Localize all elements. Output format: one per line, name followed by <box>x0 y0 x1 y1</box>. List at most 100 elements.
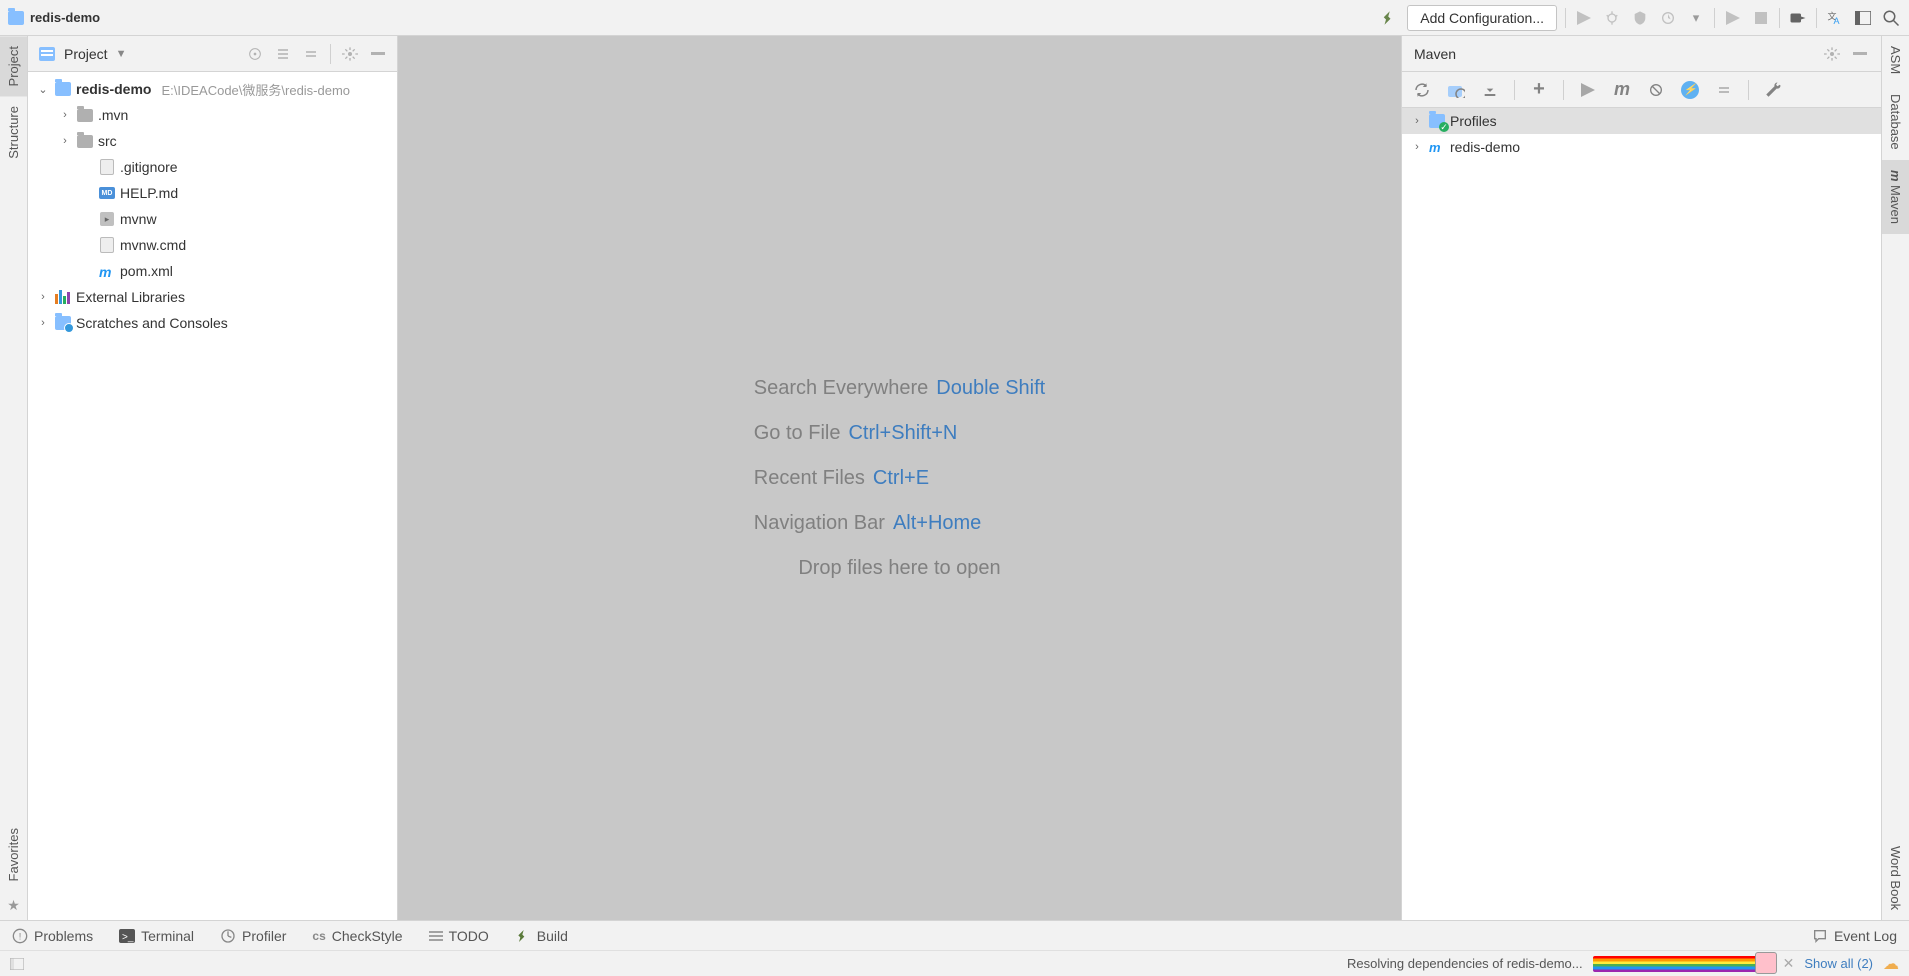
wrench-icon[interactable] <box>1763 80 1783 100</box>
project-tab[interactable]: Project <box>0 36 27 96</box>
chevron-right-icon[interactable]: › <box>58 109 72 121</box>
top-navbar: redis-demo Add Configuration... ▾ 文A <box>0 0 1909 36</box>
separator <box>1514 80 1515 100</box>
problems-button[interactable]: ! Problems <box>12 928 93 944</box>
chevron-right-icon[interactable]: › <box>36 317 50 329</box>
tree-file-pom[interactable]: m pom.xml <box>28 258 397 284</box>
run-icon[interactable] <box>1578 80 1598 100</box>
reload-icon[interactable] <box>1412 80 1432 100</box>
collapse-icon[interactable] <box>1714 80 1734 100</box>
chevron-down-icon[interactable]: ⌄ <box>36 83 50 96</box>
gear-icon[interactable] <box>341 45 359 63</box>
stop-icon[interactable] <box>1751 8 1771 28</box>
collapse-all-icon[interactable] <box>302 45 320 63</box>
maven-panel: Maven + m ⚡ › <box>1401 36 1881 920</box>
structure-tab[interactable]: Structure <box>0 96 27 169</box>
bottom-bar: ! Problems >_ Terminal Profiler cs Check… <box>0 920 1909 950</box>
profiler-button[interactable]: Profiler <box>220 928 286 944</box>
coverage-icon[interactable] <box>1630 8 1650 28</box>
expand-all-icon[interactable] <box>274 45 292 63</box>
file-icon <box>100 237 114 253</box>
favorites-tab[interactable]: Favorites <box>0 818 27 891</box>
debug-icon[interactable] <box>1602 8 1622 28</box>
separator <box>1779 8 1780 28</box>
folder-icon <box>77 109 93 122</box>
tree-scratches[interactable]: › Scratches and Consoles <box>28 310 397 336</box>
progress-bar <box>1593 956 1773 972</box>
chevron-down-icon[interactable]: ▾ <box>1686 8 1706 28</box>
markdown-icon: MD <box>99 187 115 199</box>
build-button[interactable]: Build <box>515 928 568 944</box>
run-arrow-icon[interactable] <box>1723 8 1743 28</box>
database-tab[interactable]: Database <box>1882 84 1909 160</box>
chevron-right-icon[interactable]: › <box>58 135 72 147</box>
editor-hints: Search Everywhere Double Shift Go to Fil… <box>754 377 1046 580</box>
maven-toolbar: + m ⚡ <box>1402 72 1881 108</box>
cancel-icon[interactable]: ✕ <box>1783 955 1795 972</box>
layout-icon[interactable] <box>1853 8 1873 28</box>
show-all-link[interactable]: Show all (2) <box>1804 956 1873 971</box>
search-icon[interactable] <box>1881 8 1901 28</box>
maven-node-label: redis-demo <box>1450 139 1520 155</box>
terminal-button[interactable]: >_ Terminal <box>119 928 194 944</box>
asm-tab[interactable]: ASM <box>1882 36 1909 84</box>
tree-root[interactable]: ⌄ redis-demo E:\IDEACode\微服务\redis-demo <box>28 76 397 102</box>
chevron-down-icon[interactable]: ▼ <box>116 48 127 60</box>
project-tree: ⌄ redis-demo E:\IDEACode\微服务\redis-demo … <box>28 72 397 920</box>
add-icon[interactable]: + <box>1529 80 1549 100</box>
hint-label: Navigation Bar <box>754 512 885 535</box>
hide-icon[interactable] <box>369 45 387 63</box>
tree-file-help[interactable]: MD HELP.md <box>28 180 397 206</box>
project-panel: Project ▼ ⌄ redis-demo E:\IDEACode\微服务\r… <box>28 36 398 920</box>
translate-icon[interactable]: 文A <box>1825 8 1845 28</box>
chevron-right-icon[interactable]: › <box>1410 115 1424 127</box>
offline-icon[interactable]: ⚡ <box>1680 80 1700 100</box>
profiler-run-icon[interactable] <box>1658 8 1678 28</box>
breadcrumb[interactable]: redis-demo <box>8 10 1379 25</box>
tree-external-libraries[interactable]: › External Libraries <box>28 284 397 310</box>
tree-label: HELP.md <box>120 185 178 201</box>
tree-folder-mvn[interactable]: › .mvn <box>28 102 397 128</box>
build-icon[interactable] <box>1379 8 1399 28</box>
tree-label: mvnw.cmd <box>120 237 186 253</box>
cloud-icon[interactable]: ☁ <box>1883 954 1899 974</box>
maven-m-icon[interactable]: m <box>1612 80 1632 100</box>
hint-shortcut: Double Shift <box>936 377 1045 400</box>
todo-button[interactable]: TODO <box>429 928 489 944</box>
library-icon <box>55 290 71 304</box>
folder-icon <box>55 82 71 96</box>
editor-area[interactable]: Search Everywhere Double Shift Go to Fil… <box>398 36 1401 920</box>
button-label: TODO <box>449 928 489 944</box>
separator <box>1714 8 1715 28</box>
maven-project-node[interactable]: › m redis-demo <box>1402 134 1881 160</box>
tree-file-mvnw[interactable]: ▸ mvnw <box>28 206 397 232</box>
chevron-right-icon[interactable]: › <box>36 291 50 303</box>
checkstyle-button[interactable]: cs CheckStyle <box>312 928 402 944</box>
maven-tab[interactable]: m Maven <box>1882 160 1909 235</box>
download-sources-icon[interactable] <box>1480 80 1500 100</box>
wordbook-tab[interactable]: Word Book <box>1882 836 1909 920</box>
hint-search: Search Everywhere Double Shift <box>754 377 1046 400</box>
tree-folder-src[interactable]: › src <box>28 128 397 154</box>
button-label: Profiler <box>242 928 286 944</box>
project-panel-title: Project <box>64 46 108 62</box>
add-configuration-button[interactable]: Add Configuration... <box>1407 5 1557 31</box>
hide-icon[interactable] <box>1851 45 1869 63</box>
tree-file-gitignore[interactable]: .gitignore <box>28 154 397 180</box>
generate-sources-icon[interactable] <box>1446 80 1466 100</box>
tree-file-mvnwcmd[interactable]: mvnw.cmd <box>28 232 397 258</box>
tool-window-icon[interactable] <box>10 958 26 970</box>
hint-drop: Drop files here to open <box>754 557 1046 580</box>
locate-icon[interactable] <box>246 45 264 63</box>
run-icon[interactable] <box>1574 8 1594 28</box>
hint-label: Search Everywhere <box>754 377 929 400</box>
maven-tree: › Profiles › m redis-demo <box>1402 108 1881 920</box>
gear-icon[interactable] <box>1823 45 1841 63</box>
chevron-right-icon[interactable]: › <box>1410 141 1424 153</box>
event-log-button[interactable]: Event Log <box>1812 928 1897 944</box>
maven-profiles-node[interactable]: › Profiles <box>1402 108 1881 134</box>
button-label: Build <box>537 928 568 944</box>
maven-icon: m <box>1429 140 1445 154</box>
git-icon[interactable] <box>1788 8 1808 28</box>
skip-tests-icon[interactable] <box>1646 80 1666 100</box>
